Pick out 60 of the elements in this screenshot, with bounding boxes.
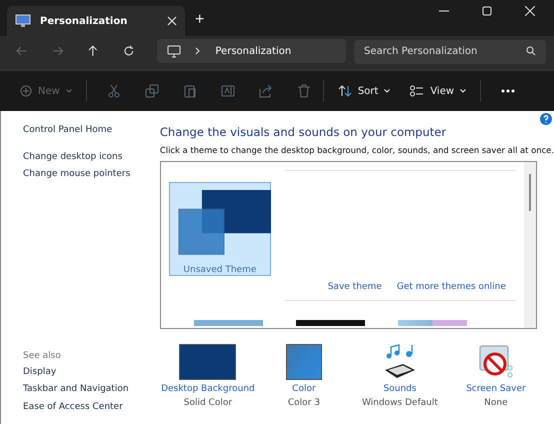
theme-thumbnail[interactable]	[194, 320, 263, 326]
see-also-link[interactable]: Taskbar and Navigation	[23, 381, 160, 398]
close-icon[interactable]	[525, 6, 535, 16]
search-field[interactable]: Search Personalization	[354, 40, 546, 64]
refresh-icon[interactable]	[122, 45, 134, 57]
color-swatch[interactable]	[286, 344, 322, 380]
caret-icon	[384, 89, 390, 93]
tab-title: Personalization	[40, 16, 128, 26]
see-also-heading: See also	[23, 350, 62, 362]
back-arrow-icon[interactable]	[16, 45, 28, 57]
address-bar[interactable]: Personalization	[157, 39, 346, 63]
caret-icon	[460, 89, 466, 93]
help-icon[interactable]	[540, 113, 552, 125]
page-description: Click a theme to change the desktop background, color, sounds, and screen saver all at once.	[160, 145, 554, 155]
list-view-icon	[410, 85, 424, 97]
plus-circle-icon	[20, 85, 32, 97]
browser-tab[interactable]: Personalization	[7, 6, 185, 36]
sort-button[interactable]: Sort	[332, 81, 396, 101]
rename-icon[interactable]	[220, 84, 235, 98]
theme-tile[interactable]: Unsaved Theme	[168, 182, 271, 276]
more-options-icon[interactable]	[501, 89, 516, 93]
new-tab-button[interactable]: +	[195, 8, 204, 32]
sidebar-link[interactable]: Control Panel Home	[23, 122, 160, 140]
setting-link[interactable]: Screen Saver	[466, 384, 526, 394]
setting-value: Solid Color	[184, 398, 232, 408]
sort-arrows-icon	[338, 85, 352, 97]
view-button[interactable]: View	[404, 81, 472, 101]
trash-icon[interactable]	[296, 84, 311, 98]
setting-link[interactable]: Color	[292, 384, 316, 394]
setting-link[interactable]: Desktop Background	[161, 384, 255, 394]
page-title: Change the visuals and sounds on your computer	[160, 125, 448, 139]
sidebar-link[interactable]: Change mouse pointers	[23, 166, 160, 184]
computer-icon	[167, 44, 182, 58]
theme-link[interactable]: Save theme	[328, 282, 382, 292]
forward-arrow-icon[interactable]	[52, 45, 64, 57]
maximize-icon[interactable]	[482, 6, 492, 16]
up-arrow-icon[interactable]	[87, 45, 99, 57]
theme-thumbnail[interactable]	[398, 320, 467, 326]
background-swatch[interactable]	[179, 344, 236, 380]
monitor-icon	[15, 14, 31, 28]
sidebar-link[interactable]: Change desktop icons	[23, 148, 160, 166]
address-text: Personalization	[215, 46, 292, 56]
copy-icon[interactable]	[144, 84, 159, 98]
theme-thumbnail[interactable]	[296, 320, 365, 326]
setting-value: Color 3	[288, 398, 320, 408]
close-icon[interactable]	[167, 16, 177, 26]
scissors-icon[interactable]	[106, 84, 121, 98]
chevron-right-icon	[195, 47, 202, 55]
setting-link[interactable]: Sounds	[383, 384, 416, 394]
clipboard-icon[interactable]	[182, 84, 197, 98]
see-also-link[interactable]: Display	[23, 364, 160, 381]
scrollbar[interactable]	[524, 162, 536, 328]
setting-value: None	[484, 398, 508, 408]
search-icon	[526, 46, 536, 56]
theme-link[interactable]: Get more themes online	[396, 282, 506, 292]
share-icon[interactable]	[258, 84, 273, 98]
caret-icon	[66, 89, 72, 93]
theme-name: Unsaved Theme	[183, 265, 256, 275]
setting-value: Windows Default	[362, 398, 438, 408]
see-also-link[interactable]: Ease of Access Center	[23, 398, 160, 416]
